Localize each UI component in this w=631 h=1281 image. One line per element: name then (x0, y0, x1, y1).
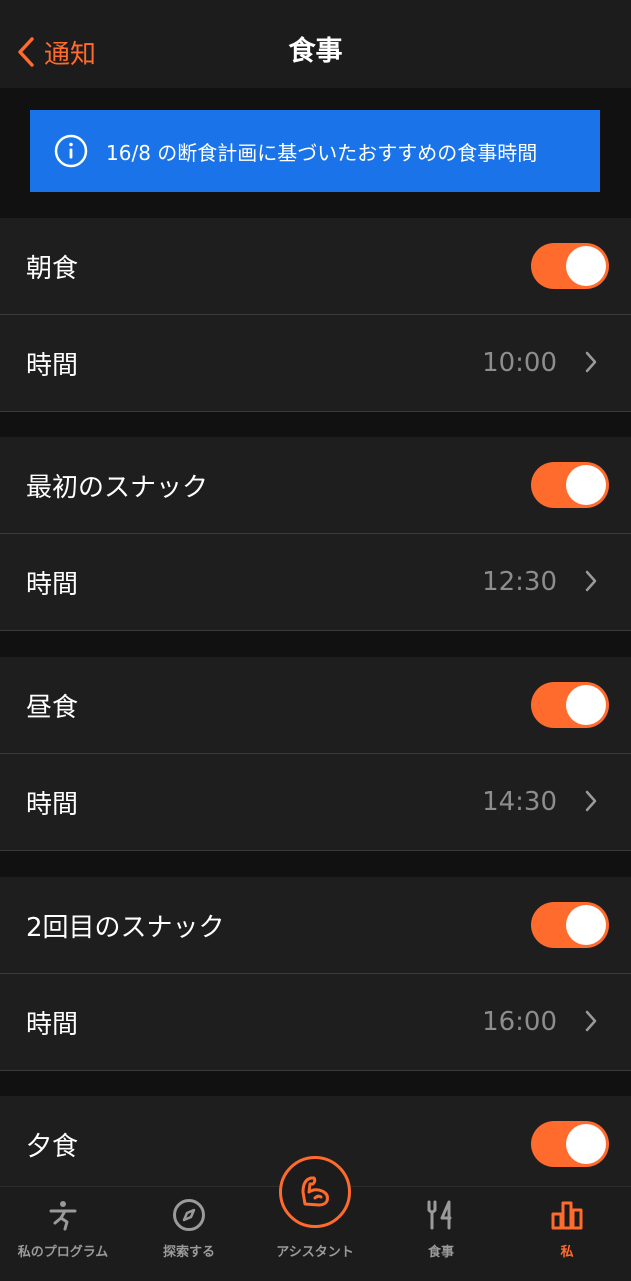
meal-section-breakfast: 朝食 時間 10:00 (0, 218, 631, 412)
banner-container: 16/8 の断食計画に基づいたおすすめの食事時間 (0, 88, 631, 218)
second-snack-toggle[interactable] (531, 902, 609, 948)
time-label: 時間 (26, 789, 79, 820)
fork-knife-icon (424, 1197, 458, 1233)
toggle-knob (566, 246, 606, 286)
toggle-knob (566, 685, 606, 725)
meal-name: 昼食 (26, 692, 79, 723)
time-value: 14:30 (482, 787, 557, 817)
tab-label: 私 (560, 1245, 574, 1260)
flexed-arm-icon (301, 1176, 329, 1207)
exercise-person-icon (47, 1197, 79, 1233)
toggle-knob (566, 905, 606, 945)
tab-label: アシスタント (276, 1245, 354, 1260)
time-label: 時間 (26, 1009, 79, 1040)
assistant-button[interactable] (279, 1156, 351, 1228)
tab-explore[interactable]: 探索する (126, 1187, 252, 1281)
lunch-toggle[interactable] (531, 682, 609, 728)
info-banner: 16/8 の断食計画に基づいたおすすめの食事時間 (30, 110, 600, 192)
time-label: 時間 (26, 569, 79, 600)
meal-name: 最初のスナック (26, 472, 209, 503)
meal-section-second-snack: 2回目のスナック 時間 16:00 (0, 877, 631, 1071)
tab-label: 私のプログラム (17, 1245, 109, 1260)
banner-text: 16/8 の断食計画に基づいたおすすめの食事時間 (106, 140, 538, 165)
time-row-breakfast[interactable]: 時間 10:00 (0, 315, 631, 411)
chevron-right-icon (585, 790, 597, 812)
meal-name: 夕食 (26, 1131, 79, 1162)
compass-icon (172, 1197, 206, 1233)
time-row-second-snack[interactable]: 時間 16:00 (0, 974, 631, 1070)
time-value: 12:30 (482, 567, 557, 597)
meal-name: 朝食 (26, 253, 79, 284)
dinner-toggle[interactable] (531, 1121, 609, 1167)
breakfast-toggle[interactable] (531, 243, 609, 289)
time-label: 時間 (26, 350, 79, 381)
meal-row-first-snack: 最初のスナック (0, 437, 631, 533)
tab-label: 食事 (427, 1245, 454, 1260)
meal-section-first-snack: 最初のスナック 時間 12:30 (0, 437, 631, 631)
time-row-first-snack[interactable]: 時間 12:30 (0, 534, 631, 630)
chevron-right-icon (585, 1010, 597, 1032)
section-divider (0, 411, 631, 412)
first-snack-toggle[interactable] (531, 462, 609, 508)
chevron-right-icon (585, 570, 597, 592)
time-row-lunch[interactable]: 時間 14:30 (0, 754, 631, 850)
section-divider (0, 850, 631, 851)
time-value: 10:00 (482, 348, 557, 378)
bar-chart-icon (550, 1197, 584, 1233)
info-icon (54, 134, 88, 168)
chevron-right-icon (585, 351, 597, 373)
meal-name: 2回目のスナック (26, 912, 225, 943)
toggle-knob (566, 465, 606, 505)
tab-meals[interactable]: 食事 (378, 1187, 504, 1281)
meal-section-lunch: 昼食 時間 14:30 (0, 657, 631, 851)
toggle-knob (566, 1124, 606, 1164)
meal-row-lunch: 昼食 (0, 657, 631, 753)
nav-header: 通知 食事 (0, 0, 631, 88)
time-value: 16:00 (482, 1007, 557, 1037)
meal-row-breakfast: 朝食 (0, 218, 631, 314)
section-divider (0, 630, 631, 631)
tab-my-program[interactable]: 私のプログラム (0, 1187, 126, 1281)
tab-me[interactable]: 私 (504, 1187, 630, 1281)
page-title: 食事 (288, 36, 343, 67)
section-divider (0, 1070, 631, 1071)
meal-row-second-snack: 2回目のスナック (0, 877, 631, 973)
tab-label: 探索する (162, 1245, 215, 1260)
